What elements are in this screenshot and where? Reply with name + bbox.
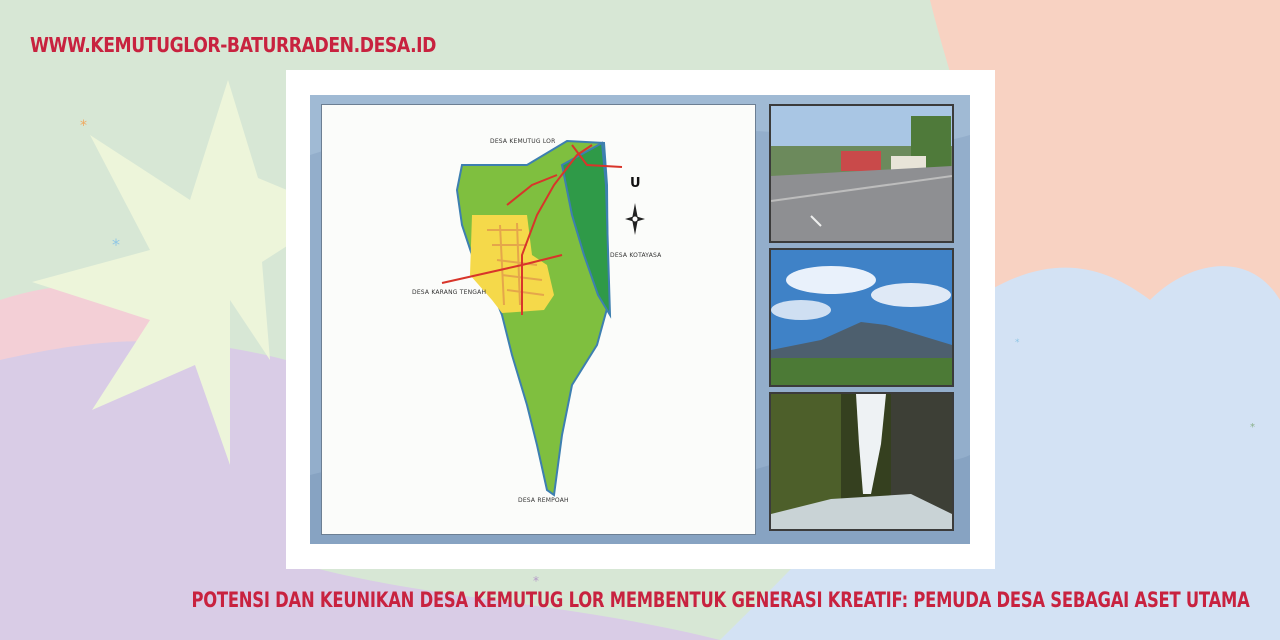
photo-mountain-landscape <box>769 248 954 387</box>
svg-text:*: * <box>1250 422 1255 433</box>
svg-text:*: * <box>112 235 120 254</box>
compass-rose <box>625 203 645 235</box>
photo-village-road <box>769 104 954 243</box>
image-collage: * * <box>310 95 970 544</box>
map-label-west: DESA KARANG TENGAH <box>412 289 487 296</box>
map-drawing: U <box>441 139 645 497</box>
svg-text:*: * <box>80 118 87 134</box>
photo-waterfall <box>769 392 954 531</box>
map-label-east: DESA KOTAYASA <box>610 252 662 259</box>
north-symbol: U <box>630 176 641 191</box>
map-label-south: DESA REMPOAH <box>518 497 569 504</box>
svg-text:*: * <box>533 574 539 588</box>
village-map: U DESA KEMUTUG LOR DESA KOTAYASA DESA KA… <box>321 104 756 535</box>
featured-image: * * <box>286 70 995 569</box>
article-headline: POTENSI DAN KEUNIKAN DESA KEMUTUG LOR ME… <box>191 588 1250 612</box>
map-label-north: DESA KEMUTUG LOR <box>490 138 556 145</box>
svg-text:*: * <box>1015 338 1020 348</box>
site-url-watermark: WWW.KEMUTUGLOR-BATURRADEN.DESA.ID <box>30 33 436 57</box>
